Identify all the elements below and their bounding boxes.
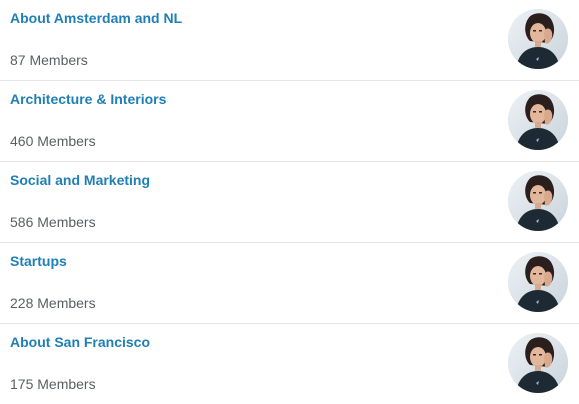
group-member-count: 175 Members xyxy=(10,376,96,392)
group-title-link[interactable]: About Amsterdam and NL xyxy=(10,9,182,27)
group-member-count: 586 Members xyxy=(10,214,96,230)
member-avatar-photo-icon xyxy=(508,171,568,231)
member-avatar-photo-icon xyxy=(508,9,568,69)
group-row[interactable]: Architecture & Interiors 460 Members xyxy=(0,81,579,162)
group-title-link[interactable]: Architecture & Interiors xyxy=(10,90,166,108)
group-row[interactable]: About Amsterdam and NL 87 Members xyxy=(0,0,579,81)
group-row[interactable]: About San Francisco 175 Members xyxy=(0,324,579,404)
group-row[interactable]: Startups 228 Members xyxy=(0,243,579,324)
avatar[interactable] xyxy=(508,90,568,150)
group-member-count: 460 Members xyxy=(10,133,96,149)
group-member-count: 228 Members xyxy=(10,295,96,311)
group-member-count: 87 Members xyxy=(10,52,88,68)
member-avatar-photo-icon xyxy=(508,252,568,312)
avatar[interactable] xyxy=(508,333,568,393)
avatar[interactable] xyxy=(508,171,568,231)
group-title-link[interactable]: About San Francisco xyxy=(10,333,150,351)
member-avatar-photo-icon xyxy=(508,333,568,393)
group-title-link[interactable]: Social and Marketing xyxy=(10,171,150,189)
group-title-link[interactable]: Startups xyxy=(10,252,67,270)
group-list: About Amsterdam and NL 87 Members Archit… xyxy=(0,0,579,403)
avatar[interactable] xyxy=(508,9,568,69)
member-avatar-photo-icon xyxy=(508,90,568,150)
group-row[interactable]: Social and Marketing 586 Members xyxy=(0,162,579,243)
avatar[interactable] xyxy=(508,252,568,312)
